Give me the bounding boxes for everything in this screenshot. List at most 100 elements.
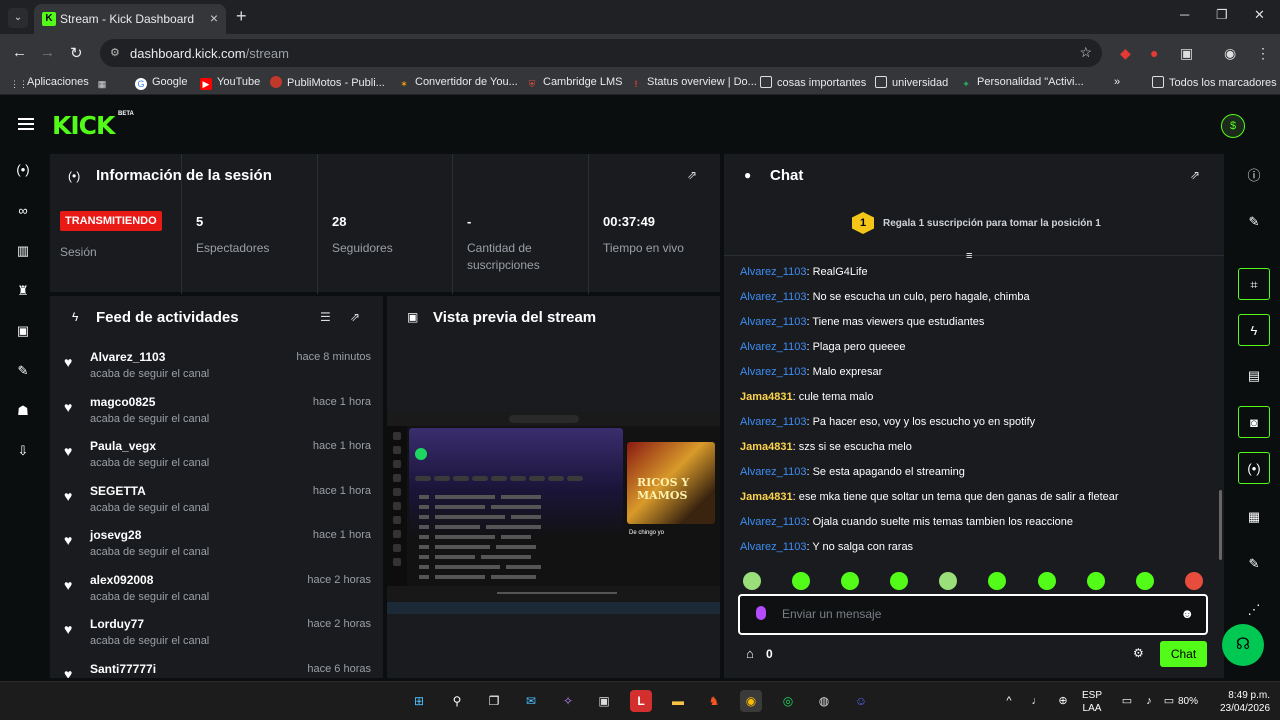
chat-settings-icon[interactable]: ⚙ — [1133, 646, 1144, 660]
emote-icon[interactable] — [792, 572, 810, 590]
notes-icon[interactable]: ▤ — [1238, 360, 1270, 392]
new-tab-button[interactable]: + — [236, 6, 247, 27]
store-icon[interactable]: ▣ — [593, 690, 615, 712]
discord-icon[interactable]: ☺ — [850, 690, 872, 712]
trophy-icon[interactable]: ♜ — [13, 281, 33, 301]
pinned-toggle-icon[interactable]: ≡ — [966, 250, 972, 262]
bookmarks-overflow-icon[interactable]: » — [1114, 76, 1120, 88]
chat-username[interactable]: Alvarez_1103 — [740, 291, 806, 303]
windows-start-icon[interactable]: ⊞ — [408, 690, 430, 712]
popout-icon[interactable]: ⇗ — [350, 310, 360, 324]
close-tab-icon[interactable]: × — [210, 10, 218, 26]
analytics-chart-icon[interactable]: ▥ — [13, 241, 33, 261]
chat-username[interactable]: Jama4831 — [740, 441, 793, 453]
list-item[interactable]: ♥ alex092008 hace 2 horas acaba de seguir e… — [50, 571, 383, 615]
chat-username[interactable]: Alvarez_1103 — [740, 341, 806, 353]
minimize-button[interactable]: ─ — [1180, 7, 1189, 22]
list-item[interactable]: ♥ Lorduy77 hace 2 horas acaba de seguir el … — [50, 615, 383, 659]
maximize-button[interactable]: ❐ — [1216, 7, 1228, 23]
brave-browser-icon[interactable]: ♞ — [703, 690, 725, 712]
list-item[interactable]: ♥ josevg28 hace 1 hora acaba de seguir el c… — [50, 526, 383, 570]
filter-icon[interactable]: ☰ — [320, 310, 331, 324]
upload-icon[interactable]: ⇩ — [13, 441, 33, 461]
stream-broadcast-icon[interactable]: (•) — [13, 160, 33, 180]
emote-icon[interactable] — [1038, 572, 1056, 590]
bookmark-status[interactable]: ! Status overview | Do... — [630, 76, 757, 90]
chat-message[interactable]: Alvarez_1103: Tiene mas viewers que estu… — [740, 316, 984, 328]
broadcast-icon[interactable]: (•) — [1238, 452, 1270, 484]
list-item[interactable]: ♥ SEGETTA hace 1 hora acaba de seguir el ca… — [50, 482, 383, 526]
display-tray-icon[interactable]: ▭ — [1116, 690, 1138, 712]
chat-message-input[interactable]: Enviar un mensaje ☻ — [738, 594, 1208, 635]
chat-send-button[interactable]: Chat — [1160, 641, 1207, 667]
kick-logo[interactable]: KICK — [52, 111, 115, 140]
bookmark-google[interactable]: G Google — [135, 76, 187, 90]
site-info-icon[interactable]: ⚙ — [110, 46, 120, 59]
chat-username[interactable]: Alvarez_1103 — [740, 366, 806, 378]
tab-search-button[interactable]: ⌄ — [8, 8, 28, 28]
chat-message[interactable]: Alvarez_1103: Pa hacer eso, voy y los es… — [740, 416, 1035, 428]
copilot-icon[interactable]: ✧ — [557, 690, 579, 712]
reload-button[interactable]: ↻ — [70, 44, 83, 62]
extension-icon[interactable]: ◆ — [1120, 45, 1131, 62]
edit-pencil-icon[interactable]: ✎ — [1238, 206, 1270, 238]
community-users-icon[interactable]: ☗ — [13, 401, 33, 421]
emoji-picker-icon[interactable]: ☻ — [1180, 606, 1194, 621]
chat-message[interactable]: Alvarez_1103: RealG4Life — [740, 266, 868, 278]
forward-button[interactable]: → — [40, 44, 55, 61]
spotify-icon[interactable]: ◎ — [777, 690, 799, 712]
chat-username[interactable]: Alvarez_1103 — [740, 266, 806, 278]
stream-preview-video[interactable]: RICOS Y MAMOS De chingo yo — [387, 412, 720, 602]
emote-icon[interactable] — [939, 572, 957, 590]
extension-icon[interactable]: ● — [1150, 45, 1158, 61]
wrench-icon[interactable]: ✎ — [13, 361, 33, 381]
app-l-icon[interactable]: L — [630, 690, 652, 712]
chat-message[interactable]: Alvarez_1103: Se esta apagando el stream… — [740, 466, 965, 478]
store-icon[interactable]: ⌂ — [746, 646, 754, 661]
language-indicator[interactable]: ESP LAA — [1082, 689, 1102, 715]
list-item[interactable]: ♥ Alvarez_1103 hace 8 minutos acaba de segu… — [50, 348, 383, 392]
volume-tray-icon[interactable]: ♪ — [1138, 690, 1160, 712]
screenshot-icon[interactable]: ⌗ — [1238, 268, 1270, 300]
share-icon[interactable]: ⋰ — [1238, 594, 1270, 626]
close-window-button[interactable]: ✕ — [1254, 7, 1265, 23]
emote-icon[interactable] — [1087, 572, 1105, 590]
chat-username[interactable]: Jama4831 — [740, 391, 793, 403]
chat-message[interactable]: Jama4831: szs si se escucha melo — [740, 441, 912, 453]
profile-avatar-icon[interactable]: ◉ — [1224, 45, 1236, 62]
chat-username[interactable]: Alvarez_1103 — [740, 516, 806, 528]
chat-message[interactable]: Alvarez_1103: Malo expresar — [740, 366, 882, 378]
search-icon[interactable]: ⚲ — [446, 690, 468, 712]
bookmark-folder-cosas[interactable]: cosas importantes — [760, 76, 866, 89]
back-button[interactable]: ← — [12, 44, 27, 61]
microphone-icon[interactable] — [756, 606, 766, 620]
hamburger-menu-icon[interactable] — [18, 118, 34, 130]
tray-overflow-icon[interactable]: ^ — [998, 690, 1020, 712]
lightning-icon[interactable]: ϟ — [1238, 314, 1270, 346]
chat-bubble-icon[interactable]: ◙ — [1238, 406, 1270, 438]
chat-username[interactable]: Alvarez_1103 — [740, 466, 806, 478]
emote-icon[interactable] — [841, 572, 859, 590]
popout-icon[interactable]: ⇗ — [1190, 168, 1200, 182]
video-library-icon[interactable]: ▣ — [13, 321, 33, 341]
bookmark-folder-universidad[interactable]: universidad — [875, 76, 948, 89]
emote-icon[interactable] — [890, 572, 908, 590]
list-item[interactable]: ♥Santi77777ihace 6 horasacaba de seguir … — [50, 660, 383, 679]
bookmark-cambridge[interactable]: ⛨ Cambridge LMS — [526, 76, 623, 90]
bookmark-all[interactable]: Todos los marcadores — [1152, 76, 1277, 89]
bookmark-convertidor[interactable]: ✶ Convertidor de You... — [398, 76, 518, 90]
chat-username[interactable]: Alvarez_1103 — [740, 416, 806, 428]
file-explorer-icon[interactable]: ▬ — [667, 690, 689, 712]
user-avatar[interactable]: $ — [1221, 114, 1245, 138]
chat-message[interactable]: Alvarez_1103: Plaga pero queeee — [740, 341, 906, 353]
clock[interactable]: 8:49 p.m. 23/04/2026 — [1220, 689, 1270, 715]
bookmark-star-icon[interactable]: ☆ — [1079, 44, 1092, 61]
emote-icon[interactable] — [988, 572, 1006, 590]
support-headset-button[interactable]: ☊ — [1222, 624, 1264, 666]
bookmark-personalidad[interactable]: ✦ Personalidad "Activi... — [960, 76, 1083, 90]
chat-message[interactable]: Jama4831: cule tema malo — [740, 391, 873, 403]
emote-icon[interactable] — [1185, 572, 1203, 590]
obs-icon[interactable]: ◍ — [813, 690, 835, 712]
bookmark-publimotos[interactable]: PubliMotos - Publi... — [270, 76, 385, 89]
chat-username[interactable]: Jama4831 — [740, 491, 793, 503]
